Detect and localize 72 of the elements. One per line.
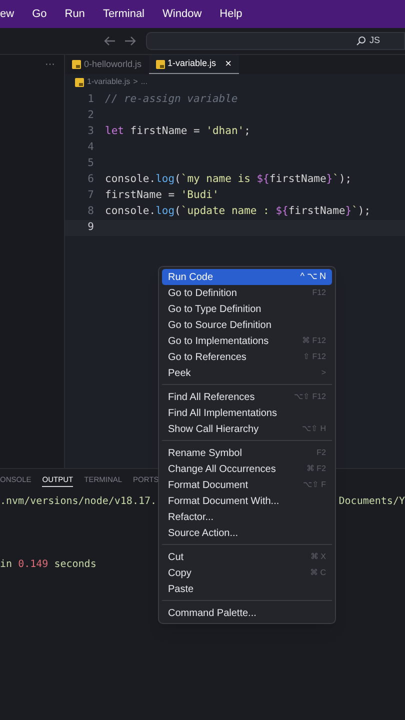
menu-item[interactable]: Go: [32, 6, 47, 22]
menu-item[interactable]: Source Action...: [162, 525, 332, 541]
menu-item[interactable]: Refactor...: [162, 509, 332, 525]
tab-label: 1-variable.js: [168, 57, 216, 70]
menu-item[interactable]: Find All References ⌥⇧ F12: [162, 389, 332, 405]
menu-item[interactable]: Terminal: [102, 6, 145, 22]
line-number: 2: [86, 108, 95, 124]
shortcut-text: ⌘ F2: [306, 463, 326, 475]
close-icon[interactable]: ×: [225, 56, 232, 72]
back-arrow-icon[interactable]: [104, 36, 116, 46]
more-button[interactable]: ···: [45, 57, 55, 71]
code-line: // re-assign variable: [105, 92, 238, 108]
js-file-icon: [156, 60, 165, 68]
editor-tab[interactable]: 1-variable.js ×: [148, 55, 238, 74]
code-line: console.log(`my name is ${firstName}`);: [105, 172, 352, 188]
code-line: let firstName = 'dhan';: [105, 124, 250, 140]
shortcut-text: F2: [316, 447, 326, 459]
search-icon: [356, 36, 366, 46]
search-field[interactable]: JS: [146, 32, 405, 50]
shortcut-text: ⌘ X: [310, 551, 326, 563]
menu-item[interactable]: Show Call Hierarchy ⌥⇧ H: [162, 421, 332, 437]
line-number: 5: [86, 156, 95, 172]
shortcut-text: ⌘ F12: [302, 335, 326, 347]
menu-item[interactable]: Change All Occurrences ⌘ F2: [162, 461, 332, 477]
menu-item[interactable]: Run Code ^ ⌥ N: [162, 269, 332, 285]
menu-item[interactable]: Go to Type Definition: [162, 301, 332, 317]
menu-item[interactable]: Go to Definition F12: [162, 285, 332, 301]
menu-item[interactable]: Format Document With...: [162, 493, 332, 509]
menu-item[interactable]: Command Palette...: [162, 605, 332, 621]
menu-item[interactable]: Find All Implementations: [162, 405, 332, 421]
shortcut-text: F12: [312, 287, 326, 299]
menu-item[interactable]: Cut ⌘ X: [162, 549, 332, 565]
js-file-icon: [75, 78, 84, 86]
editor-tab[interactable]: 0-helloworld.js: [65, 55, 149, 74]
breadcrumb-item[interactable]: 1-variable.js: [87, 76, 130, 88]
shortcut-text: ⌥⇧ F12: [294, 391, 326, 403]
output-line: in 0.149 seconds: [0, 558, 96, 572]
menu-item[interactable]: Copy ⌘ C: [162, 565, 332, 581]
shortcut-text: >: [321, 367, 326, 379]
line-number: 1: [86, 92, 95, 108]
menu-item[interactable]: Go to Implementations ⌘ F12: [162, 333, 332, 349]
output-line: .nvm/versions/node/v18.17.: [0, 495, 157, 509]
menu-item[interactable]: Format Document ⌥⇧ F: [162, 477, 332, 493]
menu-item[interactable]: Go to References ⇧ F12: [162, 349, 332, 365]
js-file-icon: [72, 60, 81, 69]
shortcut-text: ^ ⌥ N: [300, 270, 326, 284]
shortcut-text: ⌥⇧ H: [302, 423, 326, 435]
output-line: Documents/Y: [338, 495, 405, 509]
line-number: 7: [86, 188, 95, 204]
line-number: 4: [86, 140, 95, 156]
breadcrumb-item[interactable]: ...: [140, 76, 148, 88]
shortcut-text: ⌥⇧ F: [302, 479, 326, 491]
menu-item[interactable]: Help: [220, 6, 242, 22]
menu-item[interactable]: Go to Source Definition: [162, 317, 332, 333]
menu-item[interactable]: Peek >: [162, 365, 332, 381]
menu-item[interactable]: Paste: [162, 581, 332, 597]
line-number: 9: [86, 220, 95, 236]
menu-item[interactable]: Rename Symbol F2: [162, 445, 332, 461]
code-line: firstName = 'Budi': [105, 188, 219, 204]
shortcut-text: ⇧ F12: [302, 351, 326, 363]
breadcrumb-item[interactable]: >: [133, 76, 138, 88]
menu-item[interactable]: ew: [0, 6, 14, 22]
tab-label: 0-helloworld.js: [84, 58, 142, 71]
shortcut-text: ⌘ C: [310, 567, 326, 579]
forward-arrow-icon[interactable]: [124, 36, 136, 46]
code-line: console.log(`update name : ${firstName}`);: [105, 204, 371, 220]
search-text: JS: [369, 34, 380, 48]
menu-item[interactable]: Run: [64, 6, 85, 22]
line-number: 3: [86, 124, 95, 140]
line-number: 6: [86, 172, 95, 188]
line-number: 8: [86, 204, 95, 220]
menu-item[interactable]: Window: [162, 6, 202, 22]
